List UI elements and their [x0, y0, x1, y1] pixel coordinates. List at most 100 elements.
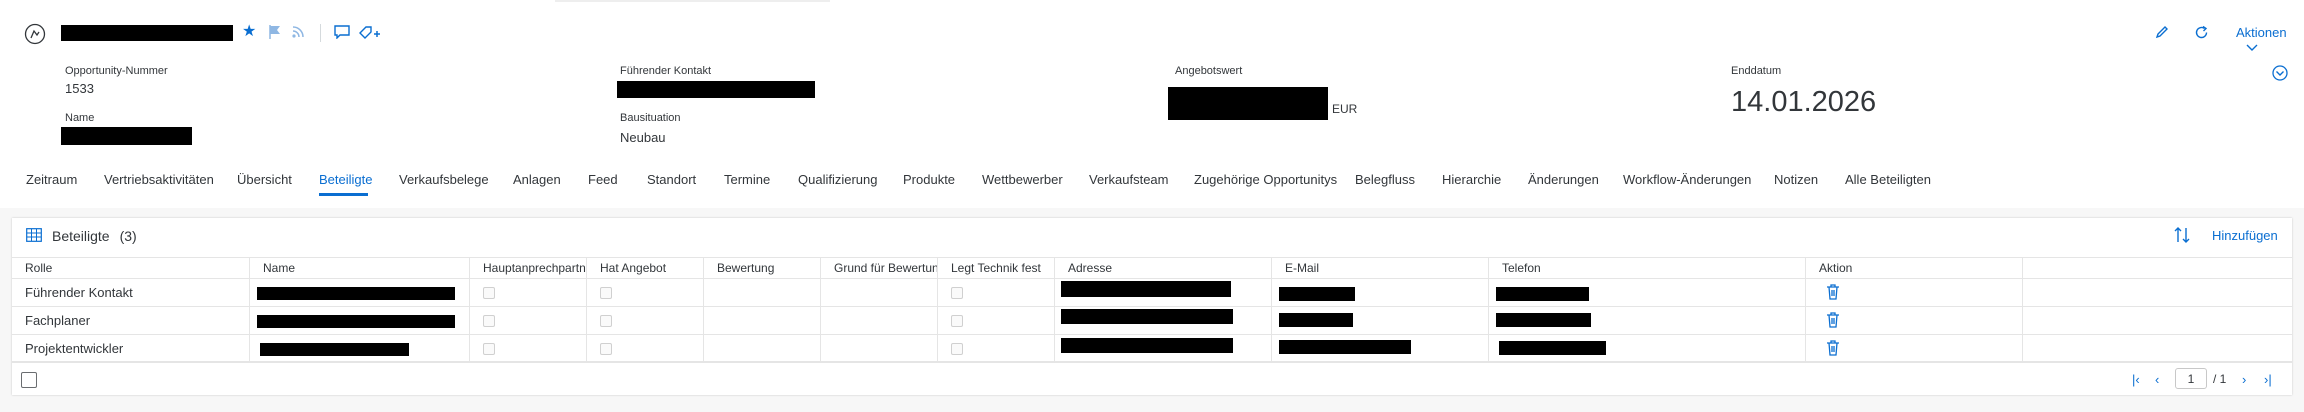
first-page-icon[interactable]: |‹	[2132, 372, 2140, 387]
rss-icon[interactable]	[291, 25, 305, 39]
sort-icon[interactable]	[2172, 225, 2192, 245]
defines-tech-checkbox[interactable]	[951, 343, 963, 355]
refresh-icon[interactable]	[2194, 25, 2209, 40]
star-icon[interactable]: ★	[242, 23, 256, 41]
cell-email	[1272, 307, 1489, 334]
has-offer-checkbox[interactable]	[600, 343, 612, 355]
main-contact-checkbox[interactable]	[483, 343, 495, 355]
email-redacted[interactable]	[1279, 340, 1411, 354]
top-divider	[555, 0, 830, 2]
address-redacted	[1061, 281, 1231, 297]
delete-icon[interactable]	[1826, 340, 1840, 356]
column-header-grund-fuer-bewertung[interactable]: Grund für Bewertung	[821, 258, 938, 278]
column-header-rolle[interactable]: Rolle	[12, 258, 250, 278]
cell-hat-angebot	[587, 335, 704, 362]
delete-icon[interactable]	[1826, 312, 1840, 328]
column-header-adresse[interactable]: Adresse	[1055, 258, 1272, 278]
tab-zeitraum[interactable]: Zeitraum	[26, 172, 77, 187]
table-row[interactable]: Führender Kontakt	[12, 279, 2292, 307]
tab-bar: Zeitraum Vertriebsaktivitäten Übersicht …	[0, 172, 2304, 194]
cell-legt-technik-fest	[938, 307, 1055, 334]
defines-tech-checkbox[interactable]	[951, 287, 963, 299]
tab-termine[interactable]: Termine	[724, 172, 770, 187]
cell-hat-angebot	[587, 307, 704, 334]
contact-value-redacted[interactable]	[617, 81, 815, 98]
chevron-down-icon	[2246, 44, 2258, 51]
cell-bewertung	[704, 335, 821, 362]
active-tab-indicator	[319, 193, 368, 196]
next-page-icon[interactable]: ›	[2242, 372, 2246, 387]
cell-aktion	[1806, 335, 2023, 362]
defines-tech-checkbox[interactable]	[951, 315, 963, 327]
main-contact-checkbox[interactable]	[483, 287, 495, 299]
tag-add-icon[interactable]	[358, 25, 382, 41]
add-button[interactable]: Hinzufügen	[2212, 228, 2278, 243]
table-header: Rolle Name Hauptanprechpartner Hat Angeb…	[12, 257, 2292, 279]
tab-beteiligte[interactable]: Beteiligte	[319, 172, 372, 187]
role-text: Führender Kontakt	[25, 285, 133, 300]
tab-uebersicht[interactable]: Übersicht	[237, 172, 292, 187]
tab-alle-beteiligten[interactable]: Alle Beteiligten	[1845, 172, 1931, 187]
flag-icon[interactable]	[268, 24, 282, 40]
page-total: / 1	[2213, 372, 2227, 386]
tab-verkaufsteam[interactable]: Verkaufsteam	[1089, 172, 1169, 187]
object-title-redacted	[61, 25, 233, 41]
cell-rolle: Projektentwickler	[12, 335, 250, 362]
opportunity-number-value: 1533	[65, 81, 94, 96]
tab-hierarchie[interactable]: Hierarchie	[1442, 172, 1501, 187]
situation-value: Neubau	[620, 130, 666, 145]
tab-belegfluss[interactable]: Belegfluss	[1355, 172, 1415, 187]
name-redacted[interactable]	[257, 287, 455, 300]
tab-vertriebsaktivitaeten[interactable]: Vertriebsaktivitäten	[104, 172, 214, 187]
tab-aenderungen[interactable]: Änderungen	[1528, 172, 1599, 187]
phone-redacted	[1499, 341, 1606, 355]
column-header-bewertung[interactable]: Bewertung	[704, 258, 821, 278]
column-header-telefon[interactable]: Telefon	[1489, 258, 1806, 278]
cell-hauptansprechpartner	[470, 335, 587, 362]
last-page-icon[interactable]: ›|	[2264, 372, 2272, 387]
tab-anlagen[interactable]: Anlagen	[513, 172, 561, 187]
column-header-hat-angebot[interactable]: Hat Angebot	[587, 258, 704, 278]
page-input[interactable]: 1	[2175, 368, 2207, 389]
column-header-hauptansprechpartner[interactable]: Hauptanprechpartner	[470, 258, 587, 278]
previous-page-icon[interactable]: ‹	[2155, 372, 2159, 387]
name-value-redacted	[61, 127, 192, 145]
column-header-aktion[interactable]: Aktion	[1806, 258, 2023, 278]
tab-standort[interactable]: Standort	[647, 172, 696, 187]
comment-icon[interactable]	[334, 25, 350, 39]
delete-icon[interactable]	[1826, 284, 1840, 300]
tab-verkaufsbelege[interactable]: Verkaufsbelege	[399, 172, 489, 187]
column-header-legt-technik-fest[interactable]: Legt Technik fest	[938, 258, 1055, 278]
column-header-name[interactable]: Name	[250, 258, 470, 278]
tab-wettbewerber[interactable]: Wettbewerber	[982, 172, 1063, 187]
cell-bewertung	[704, 279, 821, 306]
tab-notizen[interactable]: Notizen	[1774, 172, 1818, 187]
tab-feed[interactable]: Feed	[588, 172, 618, 187]
cell-adresse	[1055, 335, 1272, 362]
cell-hauptansprechpartner	[470, 279, 587, 306]
has-offer-checkbox[interactable]	[600, 287, 612, 299]
table-row[interactable]: Fachplaner	[12, 307, 2292, 335]
offer-value-label: Angebotswert	[1175, 65, 1243, 77]
tab-qualifizierung[interactable]: Qualifizierung	[798, 172, 878, 187]
main-contact-checkbox[interactable]	[483, 315, 495, 327]
name-redacted[interactable]	[260, 343, 409, 356]
has-offer-checkbox[interactable]	[600, 315, 612, 327]
email-redacted[interactable]	[1279, 313, 1353, 327]
expand-icon[interactable]	[2272, 65, 2288, 81]
cell-telefon	[1489, 307, 1806, 334]
table-footer: |‹ ‹ 1 / 1 › ›|	[12, 361, 2292, 396]
email-redacted[interactable]	[1279, 287, 1355, 301]
cell-grund	[821, 335, 938, 362]
tab-zugehoerige-opportunitys[interactable]: Zugehörige Opportunitys	[1194, 172, 1337, 187]
contact-label: Führender Kontakt	[620, 65, 712, 77]
actions-menu-button[interactable]: Aktionen	[2236, 25, 2304, 55]
column-header-email[interactable]: E-Mail	[1272, 258, 1489, 278]
tab-produkte[interactable]: Produkte	[903, 172, 955, 187]
cell-bewertung	[704, 307, 821, 334]
tab-workflow-aenderungen[interactable]: Workflow-Änderungen	[1623, 172, 1751, 187]
name-redacted[interactable]	[257, 315, 455, 328]
table-row[interactable]: Projektentwickler	[12, 335, 2292, 363]
edit-icon[interactable]	[2155, 25, 2169, 39]
select-all-checkbox[interactable]	[21, 372, 37, 388]
